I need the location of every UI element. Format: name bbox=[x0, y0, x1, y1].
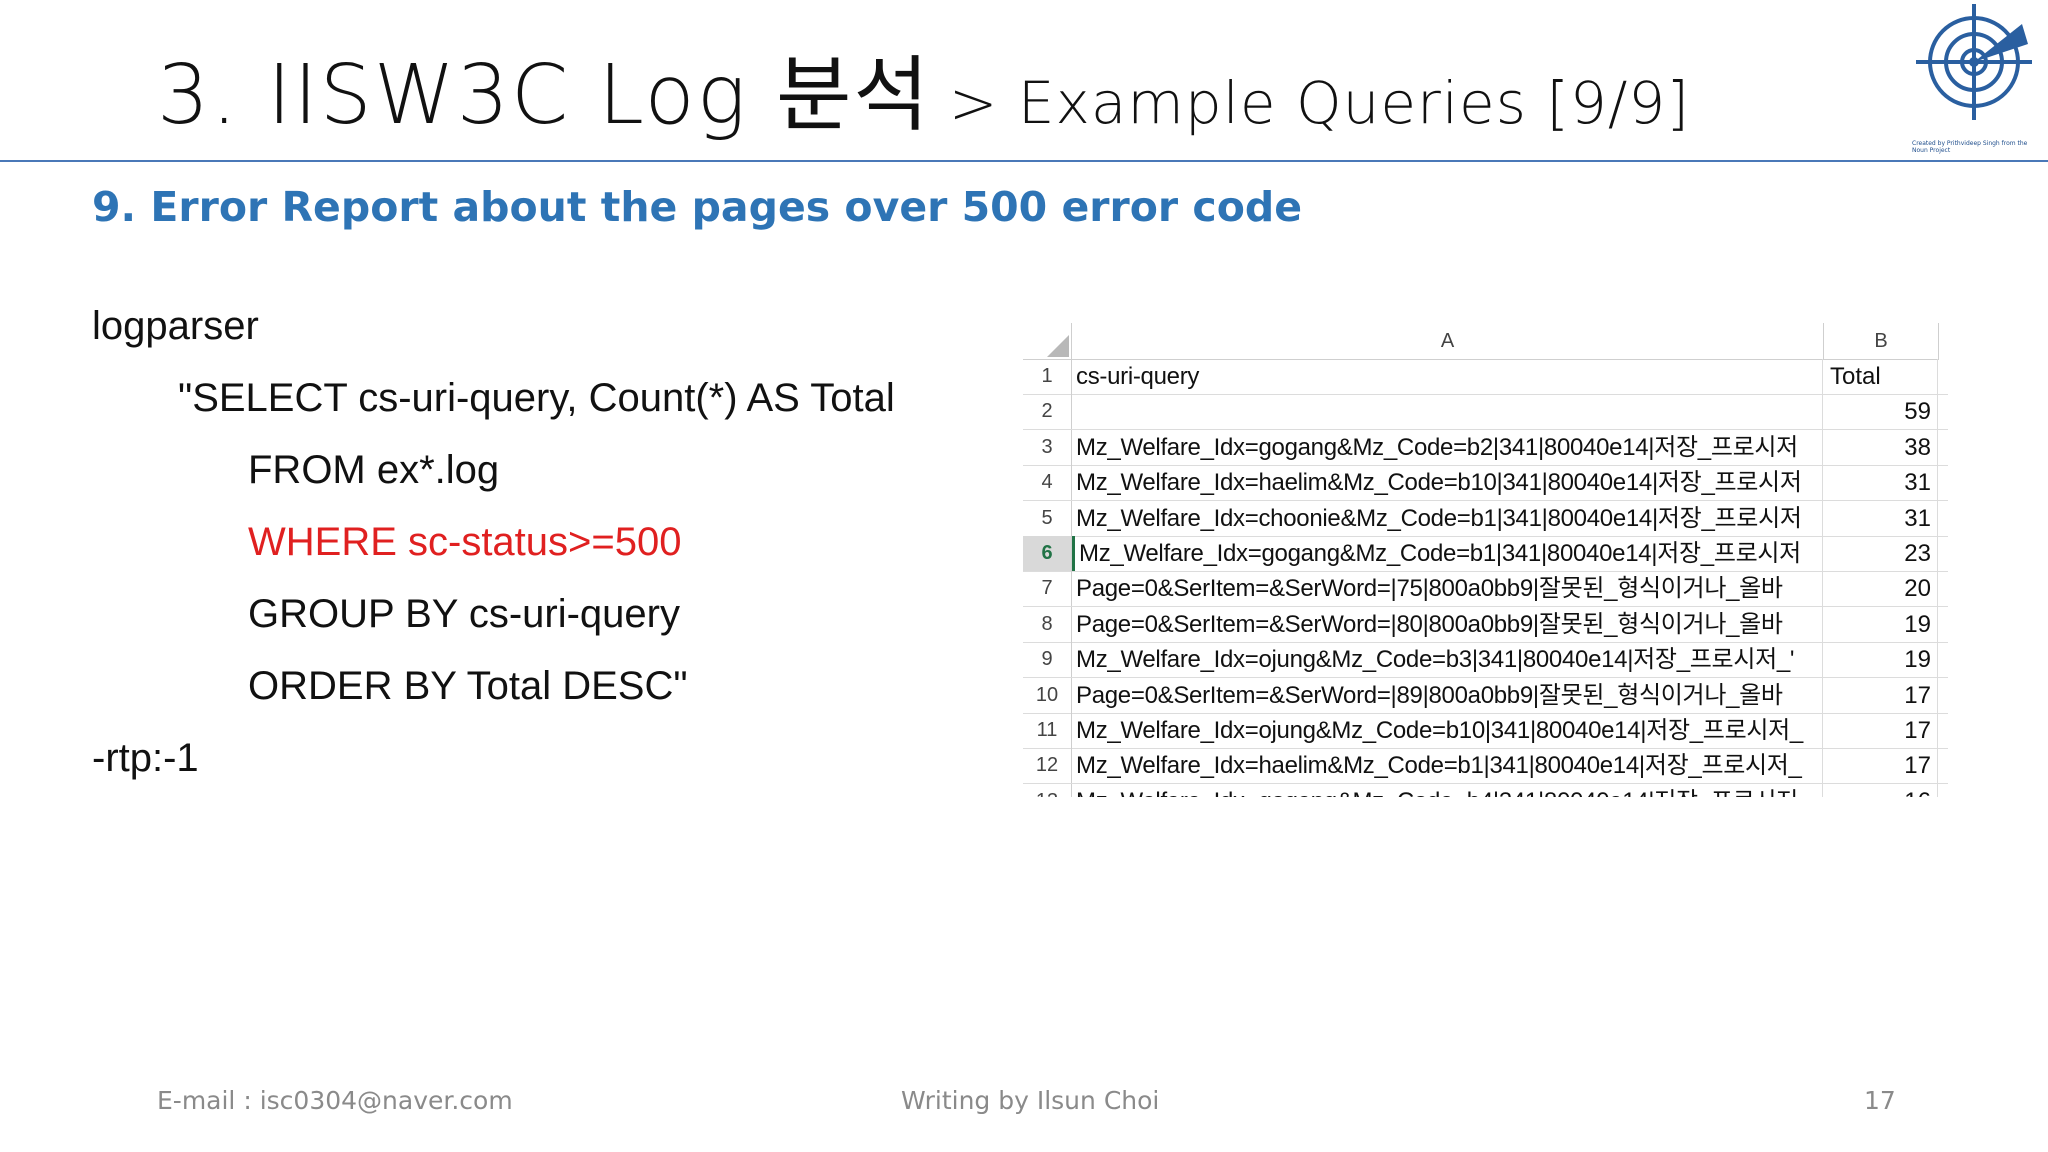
table-row: 11 Mz_Welfare_Idx=ojung&Mz_Code=b10|341|8… bbox=[1023, 713, 1948, 749]
cell-a: Mz_Welfare_Idx=ojung&Mz_Code=b3|341|8004… bbox=[1072, 642, 1823, 678]
cell-b: Total bbox=[1824, 359, 1938, 394]
cell-b: 17 bbox=[1824, 677, 1938, 713]
title-divider bbox=[0, 160, 2048, 162]
footer-page-number: 17 bbox=[1864, 1086, 1896, 1115]
row-number: 5 bbox=[1023, 500, 1072, 536]
column-header-b: B bbox=[1824, 323, 1939, 360]
code-line: FROM ex*.log bbox=[248, 448, 500, 492]
slide-title: 3. IISW3C Log 분석 > Example Queries [9/9] bbox=[157, 28, 1690, 147]
table-row: 9 Mz_Welfare_Idx=ojung&Mz_Code=b3|341|800… bbox=[1023, 642, 1948, 679]
cell-a: cs-uri-query bbox=[1072, 359, 1823, 394]
cell-a: Mz_Welfare_Idx=haelim&Mz_Code=b10|341|80… bbox=[1072, 465, 1823, 501]
footer-author: Writing by Ilsun Choi bbox=[901, 1086, 1160, 1115]
cell-a: Page=0&SerItem=&SerWord=|75|800a0bb9|잘못된… bbox=[1072, 571, 1823, 607]
row-number: 9 bbox=[1023, 642, 1072, 678]
section-heading: 9. Error Report about the pages over 500… bbox=[92, 183, 1303, 231]
row-number: 7 bbox=[1023, 571, 1072, 607]
footer-email: E-mail : isc0304@naver.com bbox=[157, 1086, 513, 1115]
cell-b: 19 bbox=[1824, 606, 1938, 642]
cell-b: 16 bbox=[1824, 783, 1938, 797]
row-number: 3 bbox=[1023, 429, 1072, 465]
cell-a: Mz_Welfare_Idx=gogang&Mz_Code=b1|341|800… bbox=[1072, 536, 1823, 571]
cell-a: Mz_Welfare_Idx=haelim&Mz_Code=b1|341|800… bbox=[1072, 748, 1823, 784]
cell-b: 19 bbox=[1824, 642, 1938, 678]
cell-a: Mz_Welfare_Idx=ojung&Mz_Code=b10|341|800… bbox=[1072, 713, 1823, 748]
logo-caption: Created by Prithvideep Singh from the No… bbox=[1912, 140, 2028, 154]
cell-a: Mz_Welfare_Idx=gogang&Mz_Code=b4|341|800… bbox=[1072, 783, 1823, 797]
title-main: 3. IISW3C Log 분석 bbox=[157, 48, 931, 143]
table-row: 5 Mz_Welfare_Idx=choonie&Mz_Code=b1|341|8… bbox=[1023, 500, 1948, 537]
cell-b: 17 bbox=[1824, 748, 1938, 784]
code-line: "SELECT cs-uri-query, Count(*) AS Total bbox=[178, 376, 895, 420]
column-header-a: A bbox=[1072, 323, 1824, 360]
row-number: 13 bbox=[1023, 783, 1072, 797]
spreadsheet-screenshot: A B 1 cs-uri-query Total 2 59 3 Mz_Welfare_Idx… bbox=[1023, 323, 1948, 797]
table-row: 2 59 bbox=[1023, 394, 1948, 431]
code-line: ORDER BY Total DESC" bbox=[248, 664, 688, 708]
row-number: 8 bbox=[1023, 606, 1072, 642]
row-number: 12 bbox=[1023, 748, 1072, 784]
row-number: 10 bbox=[1023, 677, 1072, 713]
cell-a: Page=0&SerItem=&SerWord=|89|800a0bb9|잘못된… bbox=[1072, 677, 1823, 713]
row-number: 6 bbox=[1023, 536, 1072, 571]
table-row: 4 Mz_Welfare_Idx=haelim&Mz_Code=b10|341|8… bbox=[1023, 465, 1948, 502]
select-all-corner bbox=[1023, 323, 1072, 360]
cell-b: 23 bbox=[1824, 536, 1938, 571]
code-line: -rtp:-1 bbox=[92, 736, 199, 780]
radar-logo-icon: Created by Prithvideep Singh from the No… bbox=[1904, 0, 2048, 160]
row-number: 1 bbox=[1023, 359, 1072, 394]
row-number: 11 bbox=[1023, 713, 1072, 748]
cell-b: 20 bbox=[1824, 571, 1938, 607]
table-row: 12 Mz_Welfare_Idx=haelim&Mz_Code=b1|341|8… bbox=[1023, 748, 1948, 785]
cell-a: Page=0&SerItem=&SerWord=|80|800a0bb9|잘못된… bbox=[1072, 606, 1823, 642]
table-row: 8 Page=0&SerItem=&SerWord=|80|800a0bb9|잘못… bbox=[1023, 606, 1948, 643]
table-row: 10 Page=0&SerItem=&SerWord=|89|800a0bb9|잘… bbox=[1023, 677, 1948, 714]
table-row: 13Mz_Welfare_Idx=gogang&Mz_Code=b4|341|8… bbox=[1023, 783, 1948, 797]
cell-a: Mz_Welfare_Idx=gogang&Mz_Code=b2|341|800… bbox=[1072, 429, 1823, 465]
cell-a: Mz_Welfare_Idx=choonie&Mz_Code=b1|341|80… bbox=[1072, 500, 1823, 536]
table-row: 6 Mz_Welfare_Idx=gogang&Mz_Code=b1|341|80… bbox=[1023, 536, 1948, 572]
cell-b: 31 bbox=[1824, 500, 1938, 536]
code-line-highlighted: WHERE sc-status>=500 bbox=[248, 520, 682, 564]
cell-a bbox=[1072, 394, 1823, 430]
code-line: GROUP BY cs-uri-query bbox=[248, 592, 680, 636]
table-row: 7 Page=0&SerItem=&SerWord=|75|800a0bb9|잘못… bbox=[1023, 571, 1948, 608]
cell-b: 17 bbox=[1824, 713, 1938, 748]
cell-b: 59 bbox=[1824, 394, 1938, 430]
logparser-command: logparser "SELECT cs-uri-query, Count(*)… bbox=[92, 290, 895, 794]
table-row: 1 cs-uri-query Total bbox=[1023, 359, 1948, 395]
title-sub: > Example Queries [9/9] bbox=[948, 69, 1690, 137]
cell-b: 31 bbox=[1824, 465, 1938, 501]
row-number: 2 bbox=[1023, 394, 1072, 430]
row-number: 4 bbox=[1023, 465, 1072, 501]
code-line: logparser bbox=[92, 304, 259, 348]
table-row: 3 Mz_Welfare_Idx=gogang&Mz_Code=b2|341|80… bbox=[1023, 429, 1948, 466]
cell-b: 38 bbox=[1824, 429, 1938, 465]
